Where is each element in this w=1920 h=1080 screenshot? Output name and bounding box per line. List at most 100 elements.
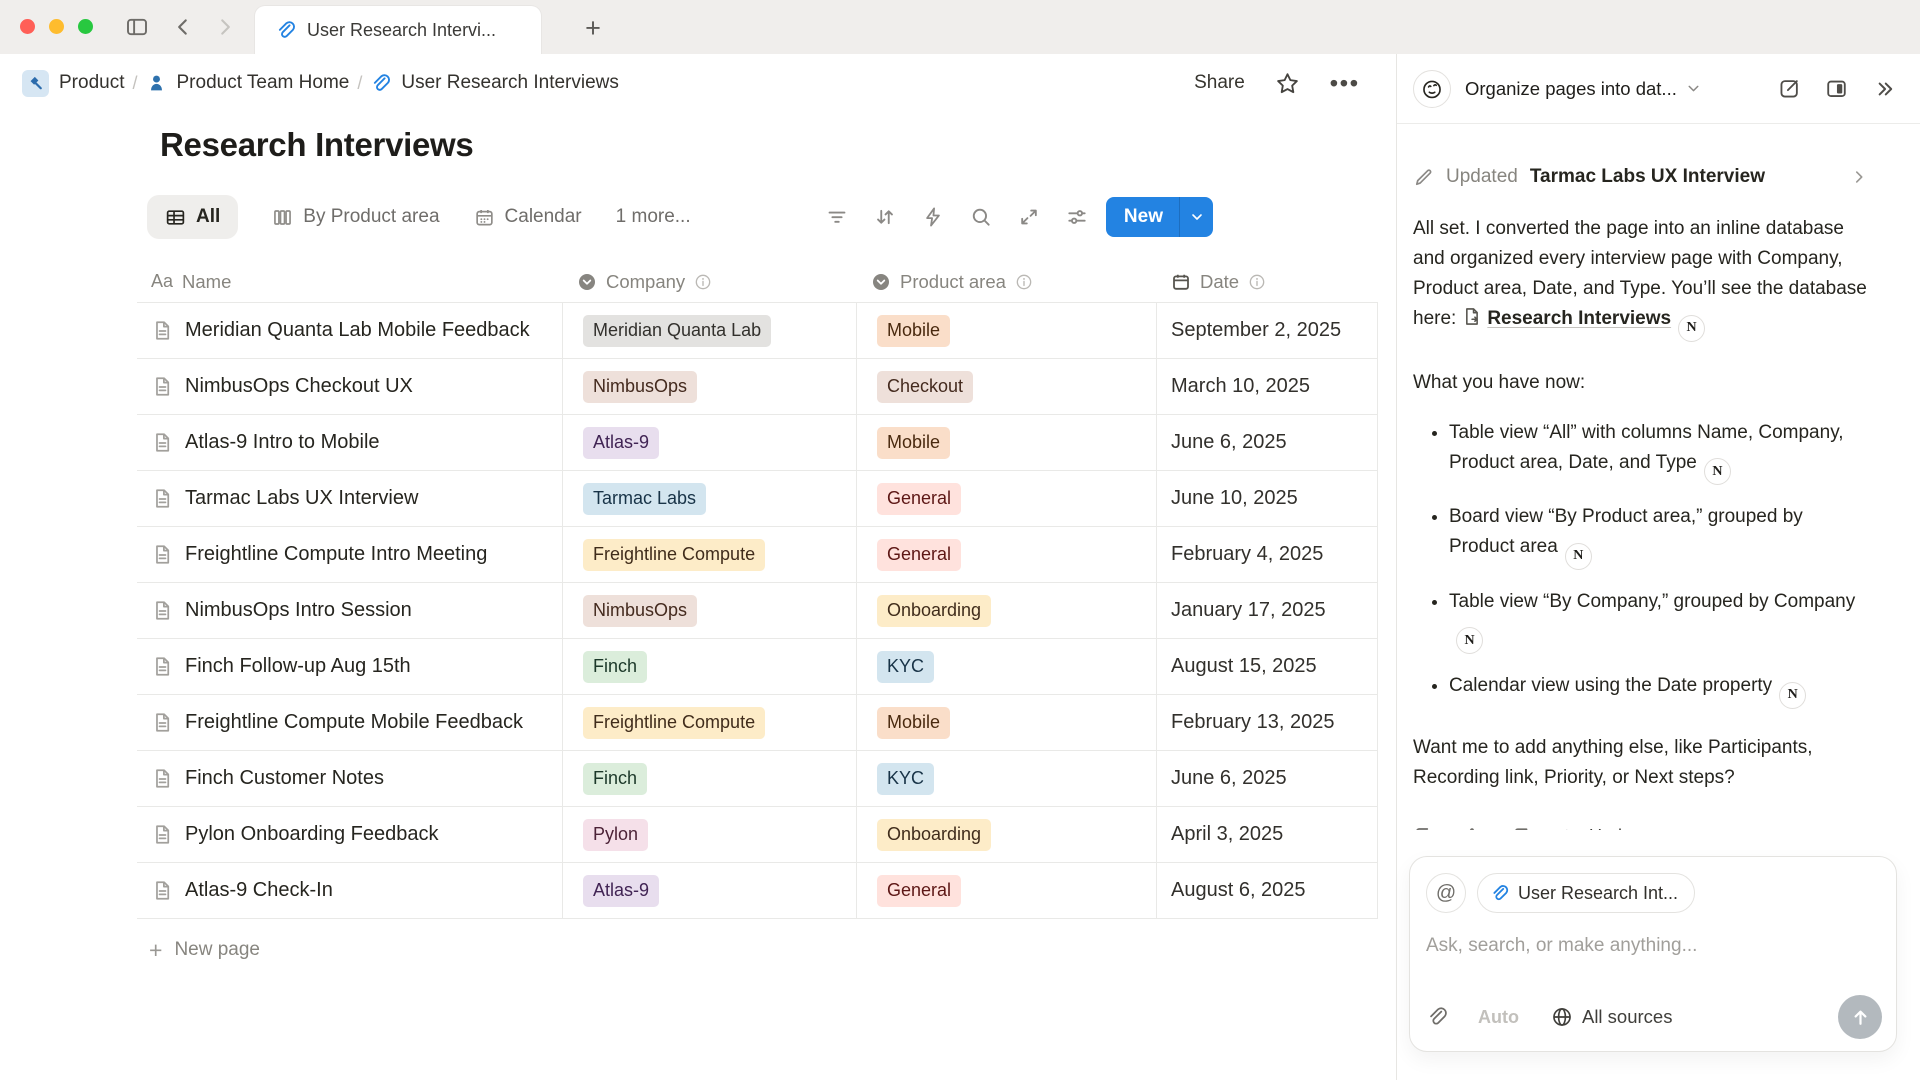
- date-cell[interactable]: June 6, 2025: [1157, 415, 1378, 470]
- company-tag[interactable]: Meridian Quanta Lab: [583, 315, 771, 347]
- product-area-cell[interactable]: KYC: [857, 639, 1157, 694]
- name-cell[interactable]: Freightline Compute Intro Meeting: [137, 527, 563, 582]
- product-area-cell[interactable]: Mobile: [857, 695, 1157, 750]
- attachment-paperclip-icon[interactable]: [1426, 1006, 1448, 1028]
- company-cell[interactable]: Freightline Compute: [563, 527, 857, 582]
- date-cell[interactable]: September 2, 2025: [1157, 303, 1378, 358]
- company-tag[interactable]: NimbusOps: [583, 595, 697, 627]
- company-tag[interactable]: NimbusOps: [583, 371, 697, 403]
- table-row[interactable]: Atlas-9 Intro to Mobile Atlas-9 Mobile J…: [137, 415, 1378, 471]
- product-area-cell[interactable]: KYC: [857, 751, 1157, 806]
- model-auto-selector[interactable]: Auto: [1478, 1007, 1519, 1028]
- company-cell[interactable]: Finch: [563, 751, 857, 806]
- chevron-down-icon[interactable]: [1685, 80, 1702, 97]
- product-area-tag[interactable]: General: [877, 875, 961, 907]
- mention-button[interactable]: @: [1426, 873, 1466, 913]
- search-icon[interactable]: [968, 204, 994, 230]
- date-cell[interactable]: August 15, 2025: [1157, 639, 1378, 694]
- breadcrumb-item-product[interactable]: Product: [22, 70, 124, 97]
- new-tab-button[interactable]: +: [575, 10, 611, 46]
- column-header-product-area[interactable]: Product area: [857, 261, 1157, 302]
- column-header-name[interactable]: Aa Name: [137, 261, 563, 302]
- table-row[interactable]: Freightline Compute Intro Meeting Freigh…: [137, 527, 1378, 583]
- company-cell[interactable]: Finch: [563, 639, 857, 694]
- company-cell[interactable]: NimbusOps: [563, 359, 857, 414]
- new-chat-compose-icon[interactable]: [1778, 77, 1801, 100]
- side-panel-icon[interactable]: [1825, 77, 1848, 100]
- company-cell[interactable]: NimbusOps: [563, 583, 857, 638]
- favorite-star-icon[interactable]: [1275, 71, 1300, 96]
- column-header-date[interactable]: Date: [1157, 261, 1378, 302]
- more-views-button[interactable]: 1 more...: [616, 206, 691, 228]
- new-button[interactable]: New: [1106, 197, 1213, 237]
- thumbs-down-icon[interactable]: [1510, 825, 1533, 831]
- view-settings-icon[interactable]: [1064, 204, 1090, 230]
- product-area-cell[interactable]: General: [857, 527, 1157, 582]
- product-area-cell[interactable]: Mobile: [857, 303, 1157, 358]
- toggle-sidebar-icon[interactable]: [124, 15, 150, 39]
- browser-tab[interactable]: User Research Intervi...: [255, 6, 541, 54]
- product-area-cell[interactable]: Mobile: [857, 415, 1157, 470]
- company-tag[interactable]: Freightline Compute: [583, 707, 765, 739]
- filter-icon[interactable]: [824, 204, 850, 230]
- breadcrumb-item-current-page[interactable]: User Research Interviews: [370, 72, 619, 94]
- table-row[interactable]: Meridian Quanta Lab Mobile Feedback Meri…: [137, 303, 1378, 359]
- product-area-tag[interactable]: General: [877, 483, 961, 515]
- minimize-window-button[interactable]: [49, 19, 64, 34]
- date-cell[interactable]: January 17, 2025: [1157, 583, 1378, 638]
- assistant-thread-title[interactable]: Organize pages into dat...: [1465, 78, 1677, 100]
- view-tab-calendar[interactable]: Calendar: [474, 206, 582, 228]
- name-cell[interactable]: Pylon Onboarding Feedback: [137, 807, 563, 862]
- product-area-cell[interactable]: Checkout: [857, 359, 1157, 414]
- date-cell[interactable]: June 6, 2025: [1157, 751, 1378, 806]
- chevron-down-icon[interactable]: [1179, 197, 1213, 237]
- product-area-cell[interactable]: Onboarding: [857, 583, 1157, 638]
- company-cell[interactable]: Pylon: [563, 807, 857, 862]
- name-cell[interactable]: Finch Customer Notes: [137, 751, 563, 806]
- sort-icon[interactable]: [872, 204, 898, 230]
- product-area-cell[interactable]: General: [857, 471, 1157, 526]
- name-cell[interactable]: Meridian Quanta Lab Mobile Feedback: [137, 303, 563, 358]
- close-window-button[interactable]: [20, 19, 35, 34]
- date-cell[interactable]: August 6, 2025: [1157, 863, 1378, 918]
- new-page-button[interactable]: + New page: [137, 923, 1378, 977]
- research-interviews-link[interactable]: Research Interviews: [1487, 308, 1671, 329]
- name-cell[interactable]: Tarmac Labs UX Interview: [137, 471, 563, 526]
- collapse-panel-chevrons-icon[interactable]: [1872, 77, 1896, 101]
- context-chip[interactable]: User Research Int...: [1477, 873, 1695, 913]
- date-cell[interactable]: June 10, 2025: [1157, 471, 1378, 526]
- product-area-tag[interactable]: Onboarding: [877, 595, 991, 627]
- company-tag[interactable]: Finch: [583, 763, 647, 795]
- forward-icon[interactable]: [214, 16, 236, 38]
- company-cell[interactable]: Atlas-9: [563, 415, 857, 470]
- undo-button[interactable]: Undo: [1559, 826, 1632, 831]
- name-cell[interactable]: NimbusOps Checkout UX: [137, 359, 563, 414]
- assistant-input[interactable]: Ask, search, or make anything...: [1426, 935, 1880, 957]
- table-row[interactable]: Finch Follow-up Aug 15th Finch KYC Augus…: [137, 639, 1378, 695]
- company-tag[interactable]: Finch: [583, 651, 647, 683]
- back-icon[interactable]: [172, 16, 194, 38]
- date-cell[interactable]: March 10, 2025: [1157, 359, 1378, 414]
- date-cell[interactable]: February 4, 2025: [1157, 527, 1378, 582]
- company-tag[interactable]: Tarmac Labs: [583, 483, 706, 515]
- product-area-cell[interactable]: General: [857, 863, 1157, 918]
- company-tag[interactable]: Freightline Compute: [583, 539, 765, 571]
- product-area-tag[interactable]: Mobile: [877, 315, 950, 347]
- product-area-cell[interactable]: Onboarding: [857, 807, 1157, 862]
- table-row[interactable]: Freightline Compute Mobile Feedback Frei…: [137, 695, 1378, 751]
- name-cell[interactable]: Atlas-9 Intro to Mobile: [137, 415, 563, 470]
- zoom-window-button[interactable]: [78, 19, 93, 34]
- date-cell[interactable]: February 13, 2025: [1157, 695, 1378, 750]
- table-row[interactable]: NimbusOps Intro Session NimbusOps Onboar…: [137, 583, 1378, 639]
- table-row[interactable]: Finch Customer Notes Finch KYC June 6, 2…: [137, 751, 1378, 807]
- name-cell[interactable]: Atlas-9 Check-In: [137, 863, 563, 918]
- sources-selector[interactable]: All sources: [1551, 1006, 1672, 1028]
- date-cell[interactable]: April 3, 2025: [1157, 807, 1378, 862]
- product-area-tag[interactable]: Checkout: [877, 371, 973, 403]
- table-row[interactable]: Tarmac Labs UX Interview Tarmac Labs Gen…: [137, 471, 1378, 527]
- send-button[interactable]: [1838, 995, 1882, 1039]
- company-cell[interactable]: Atlas-9: [563, 863, 857, 918]
- copy-icon[interactable]: [1413, 825, 1435, 830]
- product-area-tag[interactable]: Mobile: [877, 707, 950, 739]
- company-tag[interactable]: Atlas-9: [583, 875, 659, 907]
